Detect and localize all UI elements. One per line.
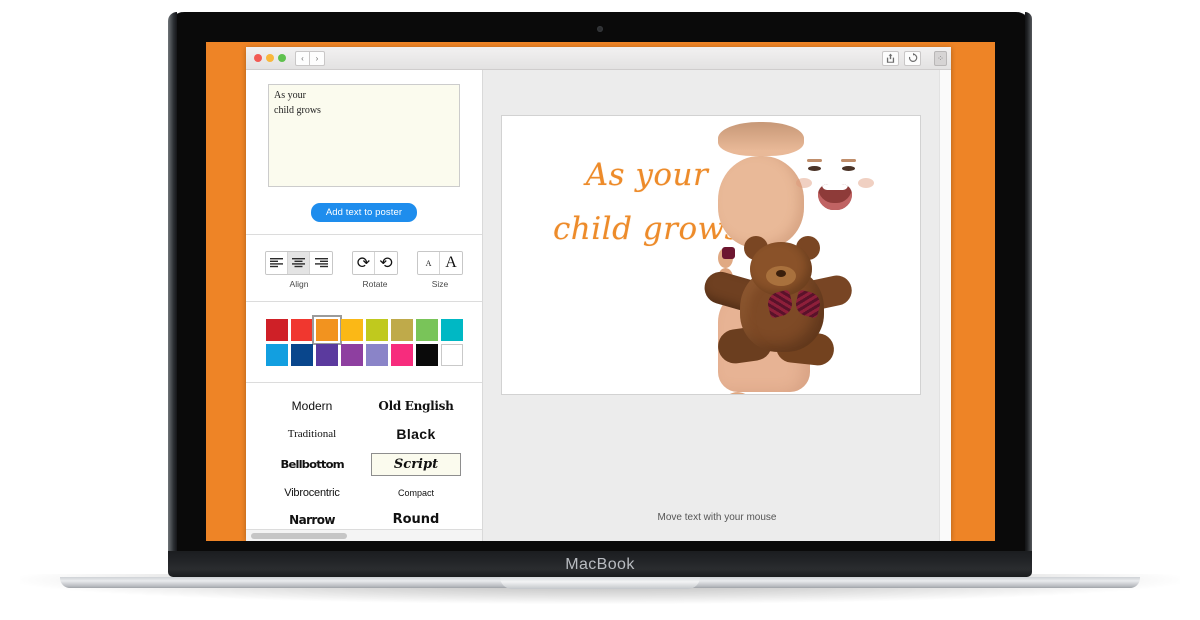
add-text-to-poster-button[interactable]: Add text to poster xyxy=(310,203,418,222)
baby-eye-right xyxy=(842,166,855,171)
device-brand-label: MacBook xyxy=(565,556,635,573)
teddy-nose xyxy=(776,270,786,277)
font-option[interactable]: Bellbottom xyxy=(276,456,348,473)
canvas-hint-text: Move text with your mouse xyxy=(657,512,777,523)
app-window: ‹ › ⁘ As your child grows Add text to po… xyxy=(246,47,951,541)
rotate-tool-group: ⟳ ⟲ Rotate xyxy=(352,251,398,289)
color-palette-section xyxy=(246,302,482,383)
size-small-button[interactable]: A xyxy=(418,252,440,274)
color-swatch[interactable] xyxy=(440,319,463,341)
maximize-window-button[interactable] xyxy=(278,54,286,62)
baby-brow-right xyxy=(841,159,856,162)
align-label: Align xyxy=(289,279,309,289)
color-swatch[interactable] xyxy=(290,344,313,366)
sidebar-scroll-thumb[interactable] xyxy=(251,533,347,539)
size-tool-group: A A Size xyxy=(417,251,463,289)
align-right-button[interactable] xyxy=(310,252,332,274)
app-body: Add text to poster xyxy=(246,70,951,541)
close-window-button[interactable] xyxy=(254,54,262,62)
reload-icon[interactable] xyxy=(904,50,921,66)
text-tools-section: Align ⟳ ⟲ Rotate A A Size xyxy=(246,235,482,302)
font-grid: Modern Old English Traditional Black Bellbot… xyxy=(246,397,482,529)
baby-brow-left xyxy=(807,159,822,162)
baby-eye-left xyxy=(808,166,821,171)
teddy-bow-knot xyxy=(722,247,735,259)
color-swatch[interactable] xyxy=(265,344,288,366)
forward-chevron-icon[interactable]: › xyxy=(310,50,325,66)
rotate-counterclockwise-button[interactable]: ⟲ xyxy=(375,252,397,274)
poster-preview[interactable]: As your child grows xyxy=(501,115,921,395)
font-option[interactable]: Old English xyxy=(374,397,457,415)
tool-row: Align ⟳ ⟲ Rotate A A Size xyxy=(246,249,482,289)
color-swatch[interactable] xyxy=(390,344,413,366)
teddy-bear xyxy=(700,236,855,380)
rotate-segmented-control: ⟳ ⟲ xyxy=(352,251,398,275)
color-swatch[interactable] xyxy=(265,319,288,341)
font-option[interactable]: Black xyxy=(392,424,439,444)
titlebar-actions xyxy=(882,50,921,66)
minimize-window-button[interactable] xyxy=(266,54,274,62)
color-swatch[interactable] xyxy=(415,319,438,341)
textarea-wrap xyxy=(246,84,482,192)
color-swatch[interactable] xyxy=(365,344,388,366)
poster-text-input[interactable] xyxy=(268,84,460,187)
color-swatch[interactable] xyxy=(440,344,463,366)
size-segmented-control: A A xyxy=(417,251,463,275)
font-list-section: Modern Old English Traditional Black Bellbot… xyxy=(246,383,482,541)
baby-teeth xyxy=(822,184,848,190)
font-option[interactable]: Script xyxy=(370,453,462,476)
text-input-section: Add text to poster xyxy=(246,70,482,235)
font-option[interactable]: Vibrocentric xyxy=(280,485,343,501)
window-vertical-scrollbar[interactable] xyxy=(939,70,951,541)
poster-canvas-area[interactable]: As your child grows Move text with your … xyxy=(483,70,951,541)
baby-head xyxy=(718,156,804,248)
history-nav: ‹ › xyxy=(295,50,325,66)
baby-photo xyxy=(700,122,920,394)
back-chevron-icon[interactable]: ‹ xyxy=(295,50,310,66)
laptop-front-notch xyxy=(500,577,700,589)
align-segmented-control xyxy=(265,251,333,275)
color-swatch[interactable] xyxy=(340,344,363,366)
webcam-icon xyxy=(597,26,603,32)
teddy-bow-tie xyxy=(768,292,820,318)
screenshot-stage: ‹ › ⁘ As your child grows Add text to po… xyxy=(0,0,1200,620)
size-large-button[interactable]: A xyxy=(440,252,462,274)
align-left-button[interactable] xyxy=(266,252,288,274)
rotate-clockwise-button[interactable]: ⟳ xyxy=(353,252,375,274)
sidebar-horizontal-scrollbar[interactable] xyxy=(246,529,482,541)
font-option[interactable]: Modern xyxy=(288,397,337,415)
color-swatch[interactable] xyxy=(390,319,413,341)
color-swatch[interactable] xyxy=(365,319,388,341)
size-label: Size xyxy=(431,279,449,289)
color-swatch-grid xyxy=(246,315,482,366)
window-traffic-lights xyxy=(254,54,286,62)
add-text-row: Add text to poster xyxy=(246,203,482,222)
laptop-screen: ‹ › ⁘ As your child grows Add text to po… xyxy=(206,42,995,541)
rotate-label: Rotate xyxy=(362,279,388,289)
baby-hair xyxy=(718,122,804,156)
laptop-base: MacBook xyxy=(168,551,1032,577)
color-swatch[interactable] xyxy=(415,344,438,366)
color-swatch[interactable] xyxy=(340,319,363,341)
align-tool-group: Align xyxy=(265,251,333,289)
color-swatch[interactable] xyxy=(290,319,313,341)
laptop-screen-bezel: ‹ › ⁘ As your child grows Add text to po… xyxy=(168,12,1032,552)
baby-cheek-left xyxy=(796,178,812,188)
font-option[interactable]: Compact xyxy=(394,486,438,500)
share-upload-icon[interactable] xyxy=(882,50,899,66)
color-swatch[interactable] xyxy=(311,315,342,345)
baby-mouth xyxy=(818,184,852,210)
window-titlebar: ‹ › ⁘ xyxy=(246,47,951,70)
font-option[interactable]: Traditional xyxy=(284,426,341,442)
color-swatch[interactable] xyxy=(315,344,338,366)
font-option[interactable]: Round xyxy=(389,510,444,529)
resize-handle-icon[interactable]: ⁘ xyxy=(934,51,947,66)
align-center-button[interactable] xyxy=(288,252,310,274)
editor-sidebar: Add text to poster xyxy=(246,70,483,541)
baby-cheek-right xyxy=(858,178,874,188)
font-option[interactable]: Narrow xyxy=(285,511,339,529)
